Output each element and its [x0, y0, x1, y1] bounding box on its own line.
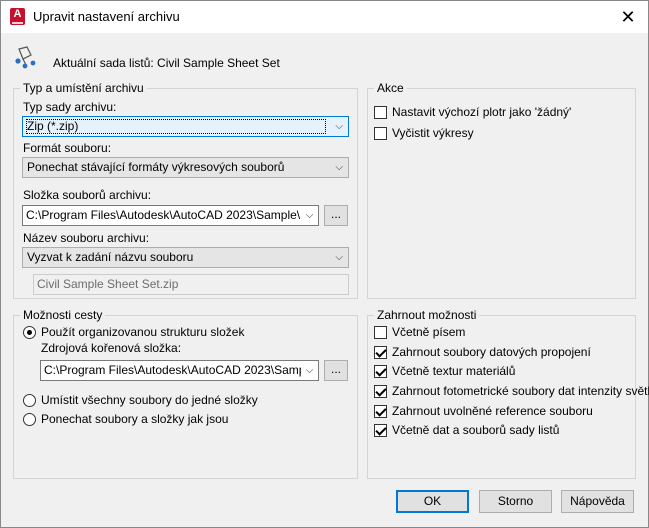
include-unloaded-xrefs-checkbox[interactable] [374, 405, 387, 418]
single-folder-label: Umístit všechny soubory do jedné složky [41, 393, 258, 407]
organized-structure-label: Použít organizovanou strukturu složek [41, 325, 245, 339]
help-button[interactable]: Nápověda [561, 490, 634, 513]
purge-drawings-checkbox[interactable] [374, 127, 387, 140]
archive-folder-input[interactable]: C:\Program Files\Autodesk\AutoCAD 2023\S… [22, 205, 319, 226]
actions-group: Akce [367, 81, 636, 299]
include-photometric-label: Zahrnout fotometrické soubory dat intenz… [392, 384, 649, 398]
source-root-input[interactable]: C:\Program Files\Autodesk\AutoCAD 2023\S… [40, 360, 319, 381]
organized-structure-radio[interactable] [23, 326, 36, 339]
include-textures-label: Včetně textur materiálů [392, 364, 516, 378]
chevron-down-icon: ⌵ [335, 162, 343, 173]
include-photometric-checkbox[interactable] [374, 385, 387, 398]
chevron-down-icon: ⌵ [335, 121, 343, 132]
archive-type-group-title: Typ a umístění archivu [20, 81, 147, 95]
cancel-button[interactable]: Storno [479, 490, 552, 513]
archive-folder-label: Složka souborů archivu: [23, 188, 152, 202]
archive-type-label: Typ sady archivu: [23, 100, 117, 114]
source-root-label: Zdrojová kořenová složka: [41, 341, 182, 355]
dialog-window: A Upravit nastavení archivu ✕ Aktuální s… [0, 0, 649, 528]
file-format-value: Ponechat stávající formáty výkresových s… [27, 160, 285, 174]
archive-folder-browse-button[interactable]: ... [324, 205, 348, 226]
path-options-group-title: Možnosti cesty [20, 308, 106, 322]
include-textures-checkbox[interactable] [374, 365, 387, 378]
ok-button[interactable]: OK [396, 490, 469, 513]
include-fonts-checkbox[interactable] [374, 326, 387, 339]
title-bar: A Upravit nastavení archivu ✕ [1, 1, 648, 33]
archive-filename-field: Civil Sample Sheet Set.zip [33, 274, 349, 295]
source-root-browse-button[interactable]: ... [324, 360, 348, 381]
archive-type-select[interactable]: Zip (*.zip) ⌵ [22, 116, 349, 137]
actions-group-title: Akce [374, 81, 407, 95]
window-title: Upravit nastavení archivu [33, 9, 180, 24]
include-data-links-label: Zahrnout soubory datových propojení [392, 345, 591, 359]
single-folder-radio[interactable] [23, 394, 36, 407]
autocad-app-icon: A [10, 8, 25, 25]
include-options-group-title: Zahrnout možnosti [374, 308, 480, 322]
purge-drawings-label: Vyčistit výkresy [392, 126, 474, 140]
focus-rect [26, 119, 326, 134]
source-root-value: C:\Program Files\Autodesk\AutoCAD 2023\S… [44, 363, 319, 377]
archive-filename-select[interactable]: Vyzvat k zadání názvu souboru ⌵ [22, 247, 349, 268]
include-sheet-set-data-label: Včetně dat a souborů sady listů [392, 423, 560, 437]
default-plotter-checkbox[interactable] [374, 106, 387, 119]
include-fonts-label: Včetně písem [392, 325, 466, 339]
chevron-down-icon[interactable]: ⌵ [301, 206, 318, 225]
chevron-down-icon: ⌵ [335, 252, 343, 263]
close-icon[interactable]: ✕ [616, 5, 640, 29]
include-sheet-set-data-checkbox[interactable] [374, 424, 387, 437]
include-unloaded-xrefs-label: Zahrnout uvolněné reference souboru [392, 404, 593, 418]
archive-filename-select-value: Vyzvat k zadání názvu souboru [27, 250, 194, 264]
chevron-down-icon[interactable]: ⌵ [301, 361, 318, 380]
include-data-links-checkbox[interactable] [374, 346, 387, 359]
default-plotter-label: Nastavit výchozí plotr jako 'žádný' [392, 105, 572, 119]
file-format-label: Formát souboru: [23, 141, 112, 155]
sheet-set-icon [15, 46, 36, 69]
keep-structure-label: Ponechat soubory a složky jak jsou [41, 412, 229, 426]
file-format-select[interactable]: Ponechat stávající formáty výkresových s… [22, 157, 349, 178]
archive-folder-value: C:\Program Files\Autodesk\AutoCAD 2023\S… [26, 208, 319, 222]
archive-filename-label: Název souboru archivu: [23, 231, 150, 245]
current-sheet-set-label: Aktuální sada listů: Civil Sample Sheet … [53, 56, 280, 70]
keep-structure-radio[interactable] [23, 413, 36, 426]
